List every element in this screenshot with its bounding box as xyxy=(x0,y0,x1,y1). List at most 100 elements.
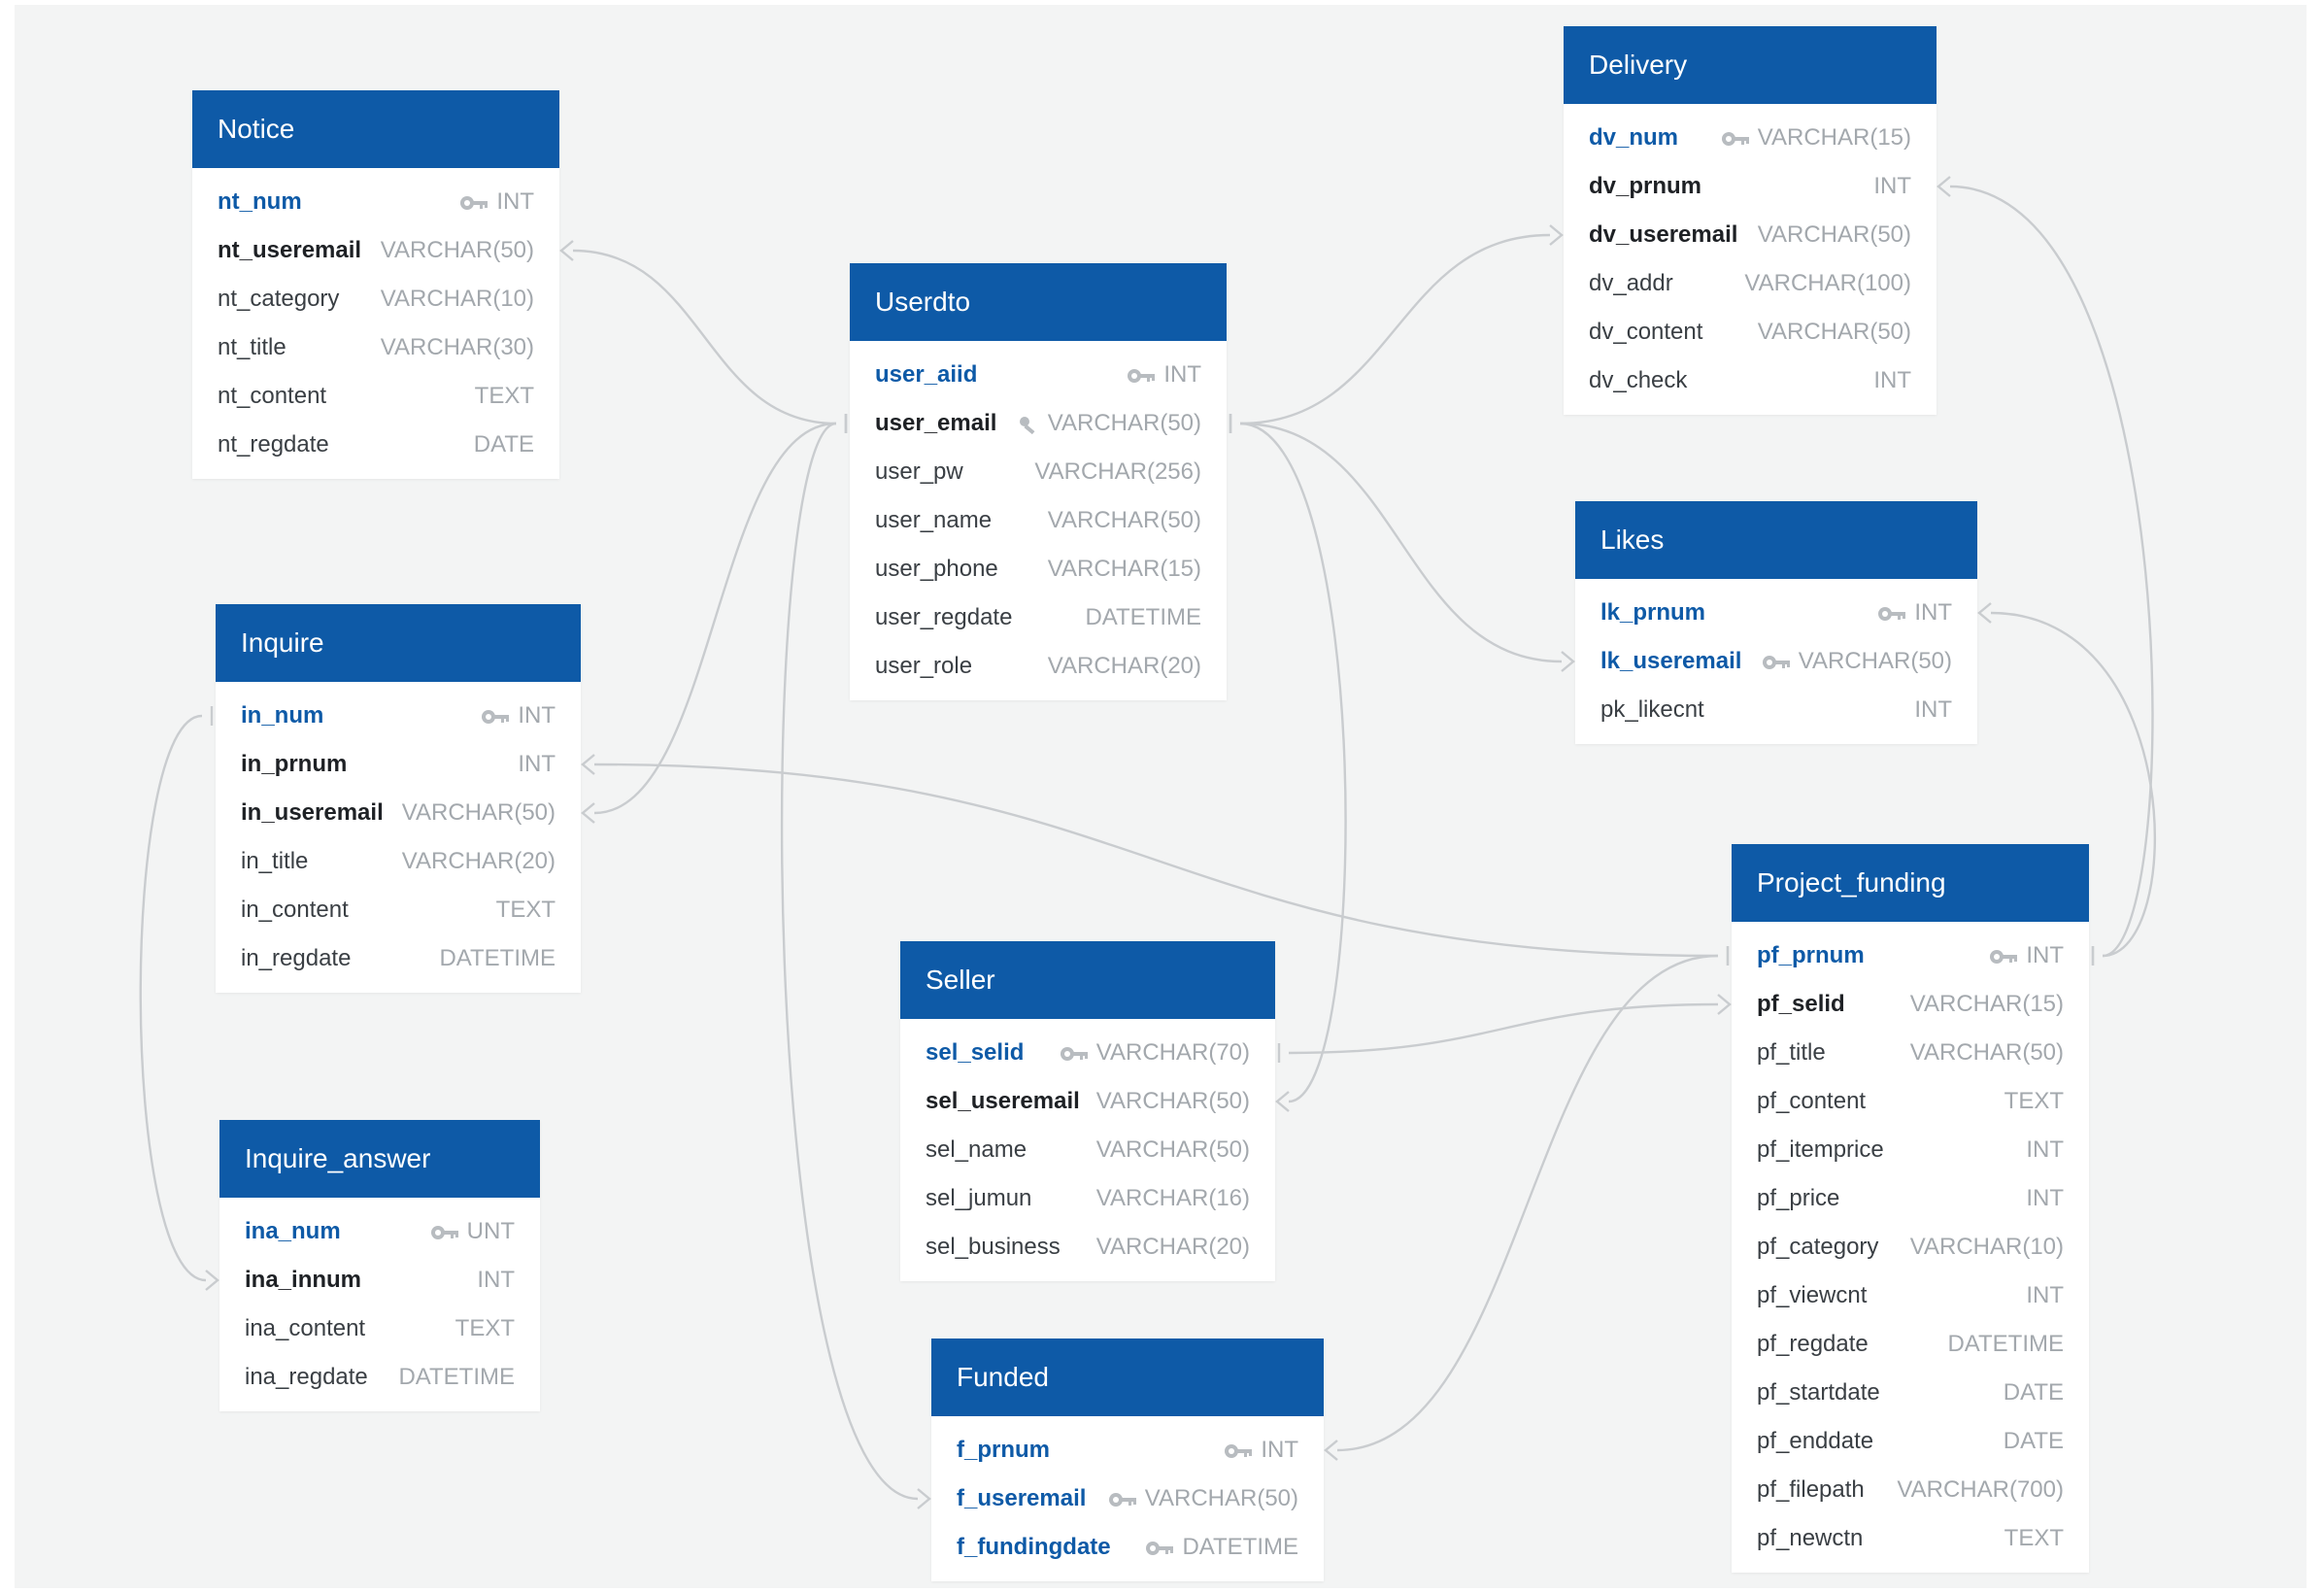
column-type-text: VARCHAR(50) xyxy=(1757,221,1911,248)
column-row[interactable]: in_num INT xyxy=(216,692,581,740)
column-row[interactable]: pk_likecnt INT xyxy=(1575,686,1977,734)
column-row[interactable]: in_content TEXT xyxy=(216,886,581,934)
column-name: pf_selid xyxy=(1757,991,1845,1017)
column-row[interactable]: pf_selid VARCHAR(15) xyxy=(1732,980,2089,1029)
column-row[interactable]: sel_selid VARCHAR(70) xyxy=(900,1029,1275,1077)
column-row[interactable]: ina_content TEXT xyxy=(219,1305,540,1353)
key-icon xyxy=(459,188,496,216)
column-type-text: DATETIME xyxy=(439,945,556,971)
column-row[interactable]: pf_prnum INT xyxy=(1732,932,2089,980)
table-seller[interactable]: Seller sel_selid VARCHAR(70) sel_useremail V… xyxy=(900,941,1275,1281)
column-row[interactable]: pf_newctn TEXT xyxy=(1732,1514,2089,1563)
column-row[interactable]: nt_regdate DATE xyxy=(192,421,559,469)
column-row[interactable]: user_email VARCHAR(50) xyxy=(850,399,1227,448)
column-row[interactable]: pf_price INT xyxy=(1732,1174,2089,1223)
table-header[interactable]: Inquire_answer xyxy=(219,1120,540,1198)
column-type-text: VARCHAR(70) xyxy=(1095,1039,1250,1066)
column-row[interactable]: sel_business VARCHAR(20) xyxy=(900,1223,1275,1271)
key-icon xyxy=(1108,1485,1145,1512)
column-row[interactable]: lk_useremail VARCHAR(50) xyxy=(1575,637,1977,686)
table-likes[interactable]: Likes lk_prnum INT lk_useremail VARCHAR(50) p… xyxy=(1575,501,1977,744)
column-row[interactable]: in_title VARCHAR(20) xyxy=(216,837,581,886)
column-name: lk_useremail xyxy=(1600,648,1742,674)
column-row[interactable]: in_regdate DATETIME xyxy=(216,934,581,983)
table-funded[interactable]: Funded f_prnum INT f_useremail VARCHAR(50) f_… xyxy=(931,1339,1324,1581)
column-row[interactable]: user_pw VARCHAR(256) xyxy=(850,448,1227,496)
table-header[interactable]: Notice xyxy=(192,90,559,168)
column-row[interactable]: nt_num INT xyxy=(192,178,559,226)
table-header[interactable]: Funded xyxy=(931,1339,1324,1416)
column-row[interactable]: pf_category VARCHAR(10) xyxy=(1732,1223,2089,1271)
column-row[interactable]: sel_jumun VARCHAR(16) xyxy=(900,1174,1275,1223)
column-row[interactable]: dv_check INT xyxy=(1564,356,1937,405)
column-type: VARCHAR(20) xyxy=(402,848,556,875)
column-list: nt_num INT nt_useremail VARCHAR(50) nt_categ… xyxy=(192,168,559,479)
column-type: VARCHAR(20) xyxy=(1096,1234,1250,1261)
column-row[interactable]: pf_enddate DATE xyxy=(1732,1417,2089,1466)
column-type-text: VARCHAR(50) xyxy=(1095,1088,1250,1114)
column-row[interactable]: nt_category VARCHAR(10) xyxy=(192,275,559,323)
column-row[interactable]: in_useremail VARCHAR(50) xyxy=(216,789,581,837)
column-type: VARCHAR(50) xyxy=(1910,1039,2064,1067)
column-type: INT xyxy=(1873,367,1911,394)
table-project-funding[interactable]: Project_funding pf_prnum INT pf_selid VARCHA… xyxy=(1732,844,2089,1573)
table-header[interactable]: Inquire xyxy=(216,604,581,682)
table-header[interactable]: Userdto xyxy=(850,263,1227,341)
column-type-text: VARCHAR(256) xyxy=(1034,458,1201,485)
column-row[interactable]: user_phone VARCHAR(15) xyxy=(850,545,1227,593)
column-row[interactable]: dv_num VARCHAR(15) xyxy=(1564,114,1937,162)
column-type-text: INT xyxy=(518,751,556,777)
column-row[interactable]: lk_prnum INT xyxy=(1575,589,1977,637)
table-userdto[interactable]: Userdto user_aiid INT user_email VARCHAR(50)… xyxy=(850,263,1227,700)
column-row[interactable]: nt_useremail VARCHAR(50) xyxy=(192,226,559,275)
column-type: INT xyxy=(1989,942,2064,969)
column-row[interactable]: ina_innum INT xyxy=(219,1256,540,1305)
column-row[interactable]: dv_useremail VARCHAR(50) xyxy=(1564,211,1937,259)
table-header[interactable]: Seller xyxy=(900,941,1275,1019)
column-type-text: VARCHAR(100) xyxy=(1744,270,1911,296)
column-name: nt_num xyxy=(218,188,302,215)
column-row[interactable]: dv_prnum INT xyxy=(1564,162,1937,211)
column-row[interactable]: pf_startdate DATE xyxy=(1732,1369,2089,1417)
column-row[interactable]: user_regdate DATETIME xyxy=(850,593,1227,642)
column-name: pf_newctn xyxy=(1757,1525,1864,1551)
column-type: DATETIME xyxy=(1085,604,1201,631)
column-row[interactable]: pf_viewcnt INT xyxy=(1732,1271,2089,1320)
column-row[interactable]: user_aiid INT xyxy=(850,351,1227,399)
column-row[interactable]: nt_title VARCHAR(30) xyxy=(192,323,559,372)
key-icon xyxy=(430,1218,467,1245)
column-row[interactable]: sel_useremail VARCHAR(50) xyxy=(900,1077,1275,1126)
column-row[interactable]: f_prnum INT xyxy=(931,1426,1324,1474)
table-header[interactable]: Delivery xyxy=(1564,26,1937,104)
table-inquire-answer[interactable]: Inquire_answer ina_num UNT ina_innum INT ina_… xyxy=(219,1120,540,1411)
column-row[interactable]: ina_regdate DATETIME xyxy=(219,1353,540,1402)
table-header[interactable]: Likes xyxy=(1575,501,1977,579)
column-row[interactable]: pf_itemprice INT xyxy=(1732,1126,2089,1174)
column-row[interactable]: f_fundingdate DATETIME xyxy=(931,1523,1324,1572)
key-icon xyxy=(481,702,518,729)
table-header[interactable]: Project_funding xyxy=(1732,844,2089,922)
table-inquire[interactable]: Inquire in_num INT in_prnum INT in_useremail V… xyxy=(216,604,581,993)
column-type-text: TEXT xyxy=(495,897,556,923)
column-row[interactable]: pf_regdate DATETIME xyxy=(1732,1320,2089,1369)
column-name: user_aiid xyxy=(875,361,978,388)
column-type: VARCHAR(100) xyxy=(1744,270,1911,297)
column-row[interactable]: nt_content TEXT xyxy=(192,372,559,421)
column-row[interactable]: ina_num UNT xyxy=(219,1207,540,1256)
column-type: VARCHAR(30) xyxy=(381,334,534,361)
column-row[interactable]: dv_addr VARCHAR(100) xyxy=(1564,259,1937,308)
column-row[interactable]: sel_name VARCHAR(50) xyxy=(900,1126,1275,1174)
column-row[interactable]: dv_content VARCHAR(50) xyxy=(1564,308,1937,356)
column-row[interactable]: f_useremail VARCHAR(50) xyxy=(931,1474,1324,1523)
column-row[interactable]: pf_filepath VARCHAR(700) xyxy=(1732,1466,2089,1514)
table-notice[interactable]: Notice nt_num INT nt_useremail VARCHAR(50) nt… xyxy=(192,90,559,479)
column-type-text: VARCHAR(50) xyxy=(1095,1136,1250,1163)
table-delivery[interactable]: Delivery dv_num VARCHAR(15) dv_prnum INT dv_u… xyxy=(1564,26,1937,415)
column-name: pf_regdate xyxy=(1757,1331,1869,1357)
column-row[interactable]: user_name VARCHAR(50) xyxy=(850,496,1227,545)
column-row[interactable]: pf_title VARCHAR(50) xyxy=(1732,1029,2089,1077)
column-name: nt_regdate xyxy=(218,431,329,458)
column-row[interactable]: pf_content TEXT xyxy=(1732,1077,2089,1126)
column-row[interactable]: in_prnum INT xyxy=(216,740,581,789)
column-row[interactable]: user_role VARCHAR(20) xyxy=(850,642,1227,691)
